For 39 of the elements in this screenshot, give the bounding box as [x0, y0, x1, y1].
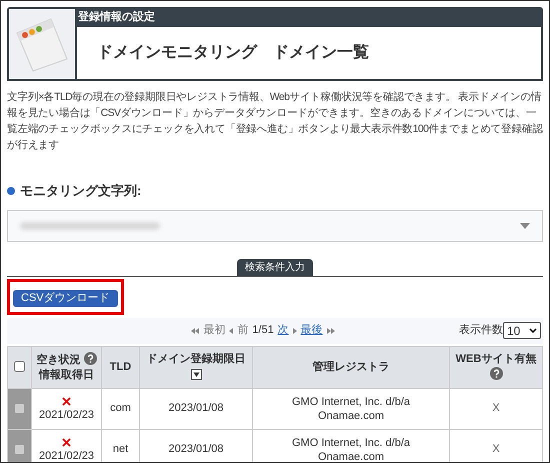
page-title: ドメインモニタリング ドメイン一覧 [97, 43, 369, 63]
column-label: TLD [110, 360, 132, 372]
select-all-checkbox[interactable] [14, 361, 25, 372]
next-arrow-icon [292, 328, 297, 334]
help-icon[interactable] [490, 366, 502, 380]
first-arrow-icon [191, 328, 200, 334]
column-label: ドメイン登録期限日 [146, 353, 246, 365]
table-cell: com [102, 388, 140, 429]
dropdown-caret-icon [520, 222, 530, 228]
description-text: 文字列×各TLD毎の現在の登録期限日やレジストラ情報、Webサイト稼働状況等を確認できます。 表示ドメインの情報を見たい場合は「CSVダウンロード」からデータダウンロードができます。空きのあるドメインについては、一覧左端のチェックボックスにチェックを入れて「登録へ進む」ボタンより最大表示件数100件までまとめて登録確認が行えます [7, 90, 543, 153]
table-cell: GMO Internet, Inc. d/b/a Onamae.com [252, 388, 450, 429]
table-cell: net [102, 429, 140, 462]
field-label: モニタリング文字列: [20, 182, 142, 200]
column-label: 空き状況 [36, 354, 80, 366]
per-page-label: 表示件数 [459, 323, 503, 338]
sort-toggle-icon[interactable] [190, 368, 202, 380]
column-sublabel: 情報取得日 [39, 368, 94, 380]
table-cell: X [450, 429, 542, 462]
chevron-down-icon [529, 328, 537, 333]
help-icon[interactable] [84, 352, 97, 364]
page-indicator: 1/51 [252, 323, 274, 338]
bullet-icon [7, 186, 15, 195]
column-label: WEBサイト有無 [456, 352, 536, 364]
csv-download-button[interactable]: CSVダウンロード [13, 290, 118, 306]
column-label: 管理レジストラ [312, 360, 390, 372]
search-conditions-tab[interactable]: 検索条件入力 [237, 258, 313, 276]
pagination-link[interactable]: 次 [278, 322, 289, 339]
select-field[interactable] [7, 210, 543, 242]
table-cell: 2023/01/08 [140, 388, 252, 429]
table-cell: GMO Internet, Inc. d/b/a Onamae.com [252, 429, 450, 462]
table-cell-text: 2021/02/23 [38, 450, 96, 462]
last-arrow-icon [326, 328, 335, 334]
per-page-select[interactable]: 10 [503, 322, 541, 339]
table-cell-text: 2021/02/23 [38, 408, 96, 422]
pagination-link[interactable]: 最後 [300, 322, 323, 339]
prev-arrow-icon [229, 328, 234, 334]
table-cell: X [450, 388, 542, 429]
section-label: 登録情報の設定 [77, 10, 156, 25]
table-cell: 2023/01/08 [140, 429, 252, 462]
